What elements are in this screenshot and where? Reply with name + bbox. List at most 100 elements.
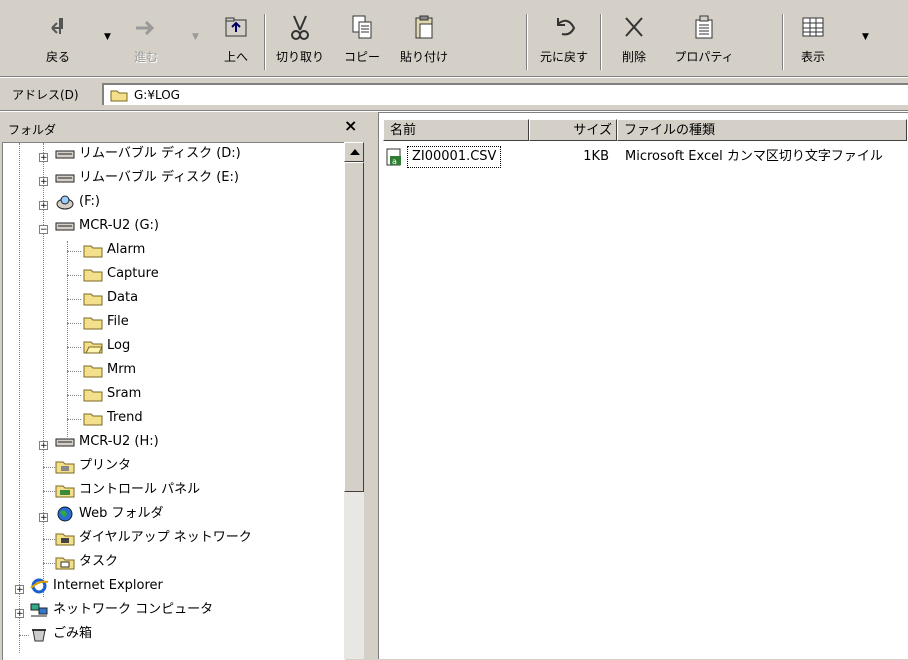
forward-dropdown-icon[interactable]: ▼ (192, 32, 199, 42)
tree-item-label: ネットワーク コンピュータ (53, 602, 214, 617)
paste-button[interactable]: 貼り付け (392, 14, 456, 74)
tree-line (67, 299, 81, 300)
tree-item-internet-explorer[interactable]: Internet Explorer (29, 575, 163, 597)
tree-item-label: ごみ箱 (53, 626, 93, 641)
tree-item-sram[interactable]: Sram (83, 383, 141, 405)
tree-item-removable-d[interactable]: リムーバブル ディスク (D:) (55, 143, 241, 165)
properties-button[interactable]: プロパティ (666, 14, 742, 74)
expand-icon[interactable]: + (39, 177, 48, 187)
expand-icon[interactable]: + (39, 153, 48, 163)
tree-item-capture[interactable]: Capture (83, 263, 159, 285)
toolbar-separator (526, 14, 528, 70)
up-button[interactable]: 上へ (210, 14, 262, 74)
views-dropdown-icon[interactable]: ▼ (862, 32, 869, 42)
tree-line (43, 563, 55, 564)
delete-button[interactable]: 削除 (606, 14, 662, 74)
column-header-size[interactable]: サイズ (529, 119, 617, 141)
folder-icon (83, 245, 103, 257)
scrollbar-thumb[interactable] (344, 162, 364, 492)
tree-item-drive-f[interactable]: (F:) (55, 191, 100, 213)
tree-item-mcr-h[interactable]: MCR-U2 (H:) (55, 431, 159, 453)
tree-item-label: Web フォルダ (79, 506, 164, 521)
tree-item-label: リムーバブル ディスク (D:) (79, 146, 241, 161)
tree-item-mcr-g[interactable]: MCR-U2 (G:) (55, 215, 159, 237)
tree-item-file[interactable]: File (83, 311, 129, 333)
tree-item-label: MCR-U2 (H:) (79, 434, 159, 449)
tree-line (19, 635, 29, 636)
column-header-type[interactable]: ファイルの種類 (617, 119, 907, 141)
views-button[interactable]: 表示 (788, 14, 838, 74)
folder-pane: フォルダ × + リムーバブル ディスク (D:) + リムーバブル ディスク … (0, 112, 370, 660)
tree-item-label: プリンタ (79, 458, 132, 473)
tree-scrollbar[interactable] (344, 142, 364, 659)
tree-item-mrm[interactable]: Mrm (83, 359, 136, 381)
address-input[interactable]: G:¥LOG (102, 83, 908, 105)
tree-item-trend[interactable]: Trend (83, 407, 143, 429)
column-header-name[interactable]: 名前 (383, 119, 529, 141)
open-folder-icon (83, 341, 103, 353)
tree-item-web-folders[interactable]: Web フォルダ (55, 503, 163, 525)
expand-icon[interactable]: + (15, 585, 24, 595)
address-label: アドレス(D) (12, 88, 79, 102)
tree-item-log[interactable]: Log (83, 335, 130, 357)
folder-icon (83, 365, 103, 377)
tree-item-alarm[interactable]: Alarm (83, 239, 145, 261)
up-label: 上へ (223, 50, 248, 64)
file-name[interactable]: ZI00001.CSV (407, 146, 502, 168)
scissors-icon (291, 15, 309, 40)
toolbar-separator (264, 14, 266, 70)
expand-icon[interactable]: + (39, 201, 48, 211)
delete-x-icon (625, 17, 643, 37)
paste-label: 貼り付け (399, 50, 448, 64)
folder-icon (83, 269, 103, 281)
expand-icon[interactable]: + (39, 513, 48, 523)
tree-item-dialup[interactable]: ダイヤルアップ ネットワーク (55, 527, 252, 549)
expand-icon[interactable]: + (15, 609, 24, 619)
close-icon[interactable]: × (344, 116, 357, 135)
copy-icon (352, 15, 372, 39)
forward-arrow-icon (136, 20, 155, 36)
expand-icon[interactable]: + (39, 441, 48, 451)
file-size: 1KB (583, 149, 609, 164)
dialup-network-icon (55, 533, 75, 545)
drive-icon (55, 438, 75, 446)
tree-item-network[interactable]: ネットワーク コンピュータ (29, 599, 213, 621)
folder-icon (110, 90, 128, 102)
views-label: 表示 (800, 50, 825, 64)
network-computers-icon (30, 603, 48, 616)
tree-item-tasks[interactable]: タスク (55, 551, 118, 573)
drive-icon (55, 222, 75, 230)
pane-splitter[interactable] (370, 112, 378, 659)
undo-label: 元に戻す (539, 50, 588, 64)
svg-text:a: a (392, 157, 397, 166)
tree-item-printers[interactable]: プリンタ (55, 455, 131, 477)
toolbar: 戻る ▼ 進む ▼ 上へ 切り取り コピー 貼り付け 元に戻す 削除 プロパティ… (0, 0, 908, 76)
globe-icon (57, 506, 73, 521)
tree-item-recycle-bin[interactable]: ごみ箱 (29, 623, 92, 645)
forward-button[interactable]: 進む (118, 14, 174, 74)
back-button[interactable]: 戻る (30, 14, 86, 74)
tree-item-removable-e[interactable]: リムーバブル ディスク (E:) (55, 167, 239, 189)
tree-item-data[interactable]: Data (83, 287, 138, 309)
undo-button[interactable]: 元に戻す (530, 14, 598, 74)
folder-tree[interactable]: + リムーバブル ディスク (D:) + リムーバブル ディスク (E:) + … (2, 142, 345, 660)
file-row[interactable]: a ZI00001.CSV 1KB Microsoft Excel カンマ区切り… (383, 146, 903, 168)
back-dropdown-icon[interactable]: ▼ (104, 32, 111, 42)
tree-item-control-panel[interactable]: コントロール パネル (55, 479, 200, 501)
folder-up-icon (225, 17, 247, 37)
cut-button[interactable]: 切り取り (268, 14, 332, 74)
tree-line (67, 371, 81, 372)
tree-line (43, 539, 55, 540)
printers-folder-icon (55, 461, 75, 473)
folder-icon (83, 413, 103, 425)
scheduled-tasks-icon (55, 557, 75, 569)
tree-item-label: リムーバブル ディスク (E:) (79, 170, 239, 185)
collapse-icon[interactable]: − (39, 225, 48, 235)
forward-label: 進む (133, 50, 158, 64)
file-list[interactable]: 名前 サイズ ファイルの種類 a ZI00001.CSV 1KB Microso… (378, 112, 908, 659)
copy-button[interactable]: コピー (334, 14, 390, 74)
tree-line (67, 395, 81, 396)
toolbar-separator (782, 14, 784, 70)
scroll-up-arrow-icon[interactable] (344, 142, 364, 162)
tree-line (19, 143, 20, 653)
